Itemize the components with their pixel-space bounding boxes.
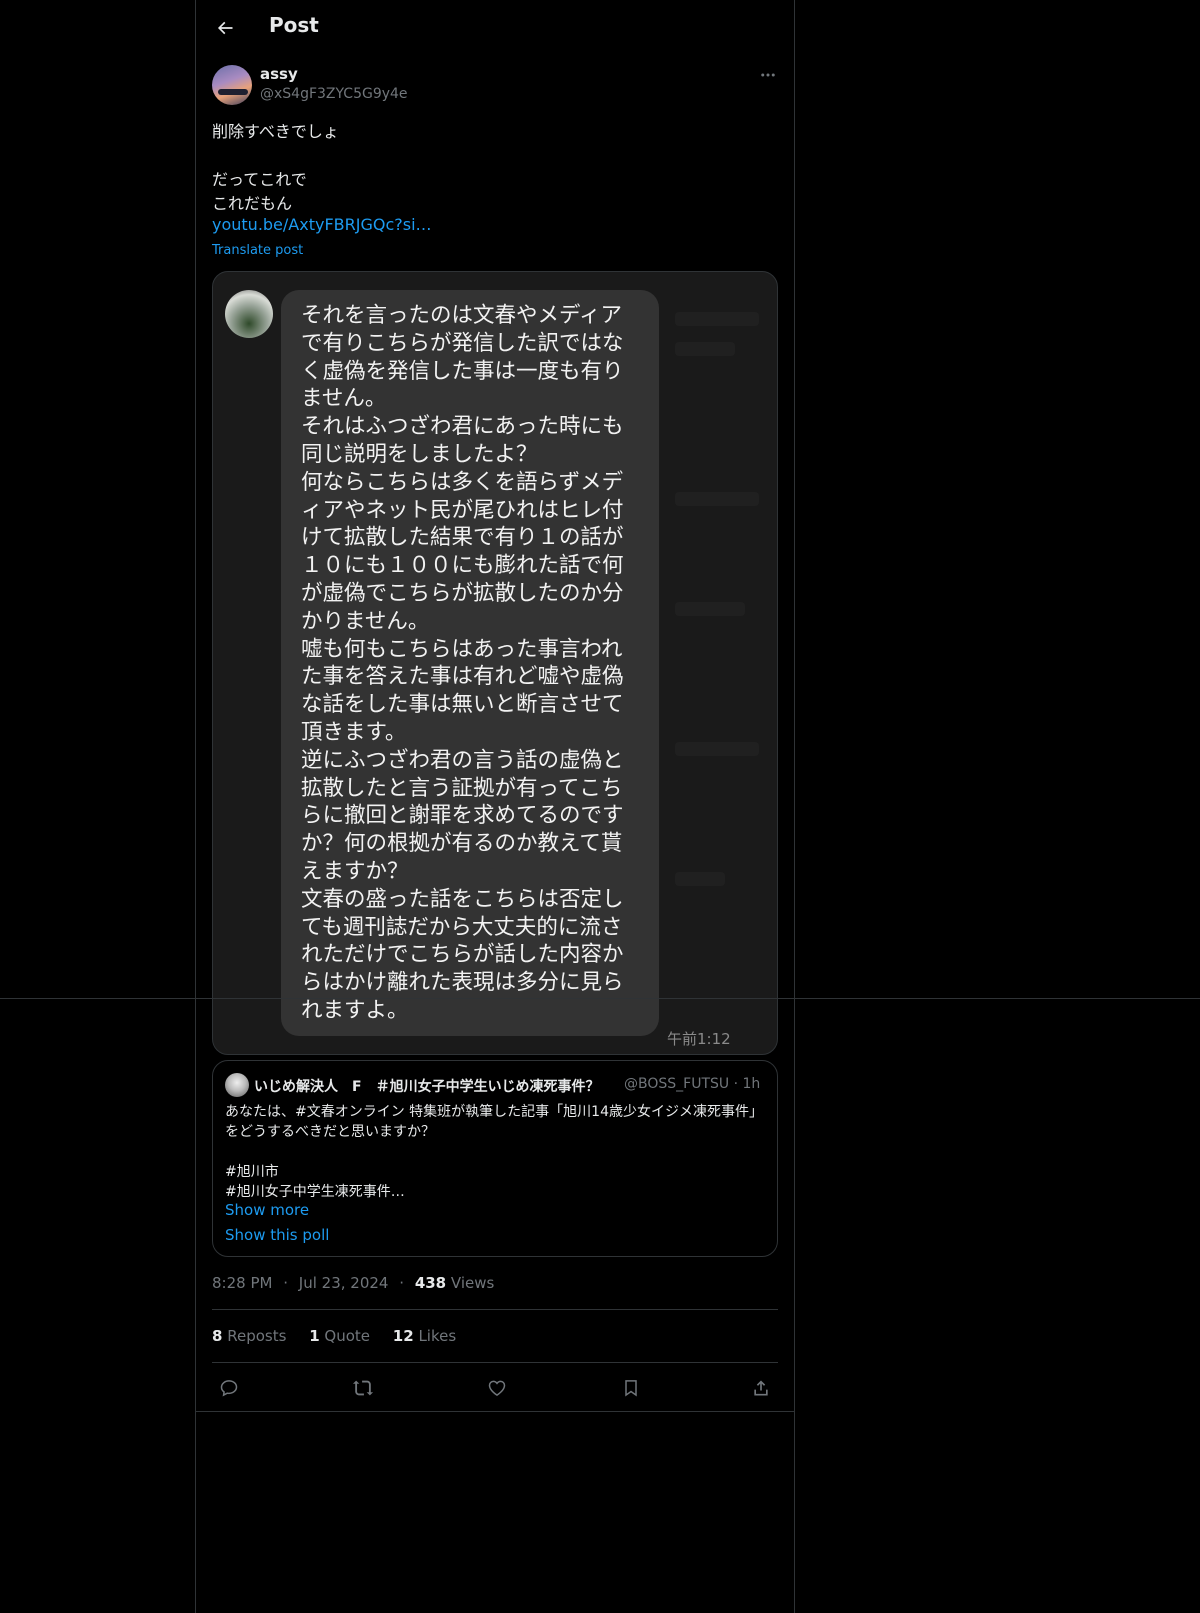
meta-separator: · — [283, 1274, 289, 1292]
post-stats: 8 Reposts 1 Quote 12 Likes — [212, 1327, 474, 1345]
page-title: Post — [269, 13, 319, 37]
reply-icon — [220, 1380, 238, 1397]
quote-text: あなたは、#文春オンライン 特集班が執筆した記事「旭川14歳少女イジメ凍死事件」… — [225, 1104, 763, 1200]
post-header: Post — [196, 0, 794, 54]
post-text: 削除すべきでしょ だってこれで これだもん — [212, 122, 339, 213]
show-poll-link[interactable]: Show this poll — [225, 1226, 329, 1244]
reply-button[interactable] — [212, 1371, 246, 1405]
likes-stat[interactable]: 12 Likes — [393, 1327, 456, 1345]
action-bar — [212, 1371, 778, 1405]
views-count: 438 — [414, 1274, 447, 1292]
post-bottom-border — [196, 1411, 794, 1412]
repost-icon — [352, 1380, 374, 1396]
post-meta: 8:28 PM · Jul 23, 2024 · 438 Views — [212, 1274, 494, 1292]
repost-button[interactable] — [346, 1371, 380, 1405]
show-more-link[interactable]: Show more — [225, 1201, 309, 1219]
chat-avatar — [225, 290, 273, 338]
timeline-column: Post assy @xS4gF3ZYC5G9y4e 削除すべきでしょ だってこ… — [195, 0, 795, 1613]
overlay-guide-line — [0, 998, 1200, 999]
divider — [212, 1309, 778, 1310]
avatar — [225, 1073, 249, 1097]
reposts-stat[interactable]: 8 Reposts — [212, 1327, 286, 1345]
likes-label: Likes — [418, 1327, 457, 1345]
quoted-post[interactable]: いじめ解決人 F ＃旭川女子中学生いじめ凍死事件？ @BOSS_FUTSU · … — [212, 1060, 778, 1257]
author-handle[interactable]: @xS4gF3ZYC5G9y4e — [260, 86, 408, 102]
translate-post-link[interactable]: Translate post — [212, 243, 303, 258]
like-icon — [488, 1380, 506, 1396]
likes-count: 12 — [392, 1327, 414, 1345]
post-link[interactable]: youtu.be/AxtyFBRJGQc?si… — [212, 215, 432, 234]
avatar[interactable] — [212, 65, 252, 105]
blurred-line — [675, 872, 725, 886]
reposts-count: 8 — [212, 1327, 223, 1345]
like-button[interactable] — [480, 1371, 514, 1405]
bookmark-button[interactable] — [614, 1371, 648, 1405]
quotes-label: Quote — [324, 1327, 371, 1345]
quotes-stat[interactable]: 1 Quote — [309, 1327, 370, 1345]
chat-timestamp: 午前1:12 — [667, 1030, 731, 1048]
bookmark-icon — [625, 1380, 637, 1397]
post-date[interactable]: Jul 23, 2024 — [299, 1274, 389, 1292]
back-button[interactable] — [208, 11, 242, 45]
blurred-line — [675, 342, 735, 356]
post-author: assy @xS4gF3ZYC5G9y4e — [212, 65, 780, 105]
back-arrow-icon — [217, 21, 233, 35]
meta-separator: · — [399, 1274, 405, 1292]
quotes-count: 1 — [309, 1327, 320, 1345]
post-time[interactable]: 8:28 PM — [212, 1274, 272, 1292]
more-button[interactable] — [756, 65, 780, 85]
chat-message: それを言ったのは文春やメディア で有りこちらが発信した訳ではな く虚偽を発信した… — [301, 303, 624, 1023]
share-icon — [754, 1380, 768, 1396]
blurred-line — [675, 602, 745, 616]
blurred-line — [675, 742, 759, 756]
views-label: Views — [450, 1274, 495, 1292]
share-button[interactable] — [744, 1371, 778, 1405]
blurred-line — [675, 312, 759, 326]
blurred-line — [675, 492, 759, 506]
divider — [212, 1362, 778, 1363]
author-name[interactable]: assy — [260, 65, 298, 83]
more-icon — [761, 73, 775, 77]
quote-author-name: いじめ解決人 F ＃旭川女子中学生いじめ凍死事件？ — [254, 1079, 600, 1095]
quote-author-handle: @BOSS_FUTSU · 1h — [624, 1076, 761, 1092]
media-image[interactable]: それを言ったのは文春やメディア で有りこちらが発信した訳ではな く虚偽を発信した… — [212, 271, 778, 1055]
reposts-label: Reposts — [227, 1327, 287, 1345]
